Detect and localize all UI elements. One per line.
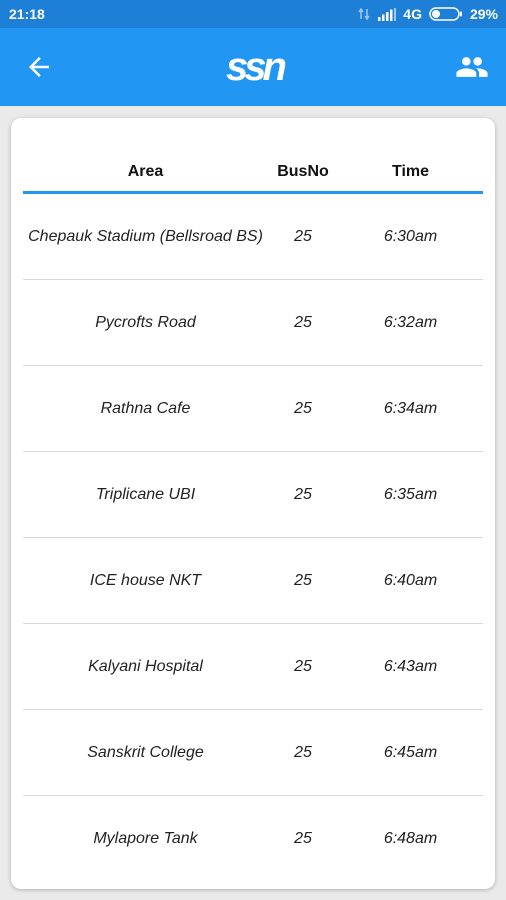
data-transfer-icon (357, 7, 371, 21)
cell-area: ICE house NKT (89, 571, 202, 589)
bus-schedule-card: Area BusNo Time Chepauk Stadium (Bellsro… (11, 118, 495, 889)
cell-time: 6:32am (383, 313, 438, 331)
cell-area: Rathna Cafe (100, 399, 191, 417)
table-row[interactable]: Chepauk Stadium (Bellsroad BS) 25 6:30am (23, 194, 483, 280)
cell-area: Kalyani Hospital (88, 657, 203, 675)
header-area: Area (127, 162, 164, 180)
cell-time: 6:35am (383, 485, 438, 503)
cell-busno: 25 (294, 657, 312, 675)
arrow-left-icon[interactable] (24, 52, 54, 82)
cell-time: 6:30am (383, 227, 438, 245)
table-row[interactable]: Sanskrit College 25 6:45am (23, 710, 483, 796)
ssn-logo: ssn (226, 44, 287, 89)
battery-percent: 29% (469, 6, 498, 22)
cell-busno: 25 (294, 313, 312, 331)
cell-busno: 25 (294, 830, 312, 847)
app-bar: ssn (0, 28, 506, 106)
table-row[interactable]: ICE house NKT 25 6:40am (23, 538, 483, 624)
cell-time: 6:34am (383, 399, 438, 417)
table-row[interactable]: Triplicane UBI 25 6:35am (23, 452, 483, 538)
cell-busno: 25 (294, 571, 312, 589)
table-body: Chepauk Stadium (Bellsroad BS) 25 6:30am Py… (23, 194, 483, 882)
table-row[interactable]: Pycrofts Road 25 6:32am (23, 280, 483, 366)
status-time: 21:18 (9, 6, 45, 22)
status-bar: 21:18 4G 29% (0, 0, 506, 28)
cell-area: Pycrofts Road (95, 313, 196, 331)
cell-area: Mylapore Tank (93, 830, 198, 847)
cell-time: 6:48am (383, 830, 438, 847)
table-row[interactable]: Mylapore Tank 25 6:48am (23, 796, 483, 882)
status-icons: 4G 29% (357, 6, 498, 22)
signal-icon (378, 7, 397, 21)
bus-schedule-table: Area BusNo Time Chepauk Stadium (Bellsro… (23, 152, 483, 882)
cell-time: 6:45am (383, 743, 438, 761)
cell-area: Sanskrit College (87, 743, 204, 761)
cell-busno: 25 (294, 743, 312, 761)
header-busno: BusNo (277, 162, 329, 180)
people-icon[interactable] (455, 50, 489, 84)
cell-time: 6:40am (383, 571, 438, 589)
header-time: Time (391, 162, 430, 180)
network-type: 4G (403, 6, 422, 22)
table-header: Area BusNo Time (23, 152, 483, 194)
cell-busno: 25 (294, 399, 312, 417)
cell-area: Triplicane UBI (95, 485, 196, 503)
cell-area: Chepauk Stadium (Bellsroad BS) (28, 227, 263, 245)
cell-busno: 25 (294, 485, 312, 503)
table-row[interactable]: Rathna Cafe 25 6:34am (23, 366, 483, 452)
cell-time: 6:43am (383, 657, 438, 675)
table-row[interactable]: Kalyani Hospital 25 6:43am (23, 624, 483, 710)
cell-busno: 25 (294, 227, 312, 245)
battery-icon (429, 7, 463, 21)
